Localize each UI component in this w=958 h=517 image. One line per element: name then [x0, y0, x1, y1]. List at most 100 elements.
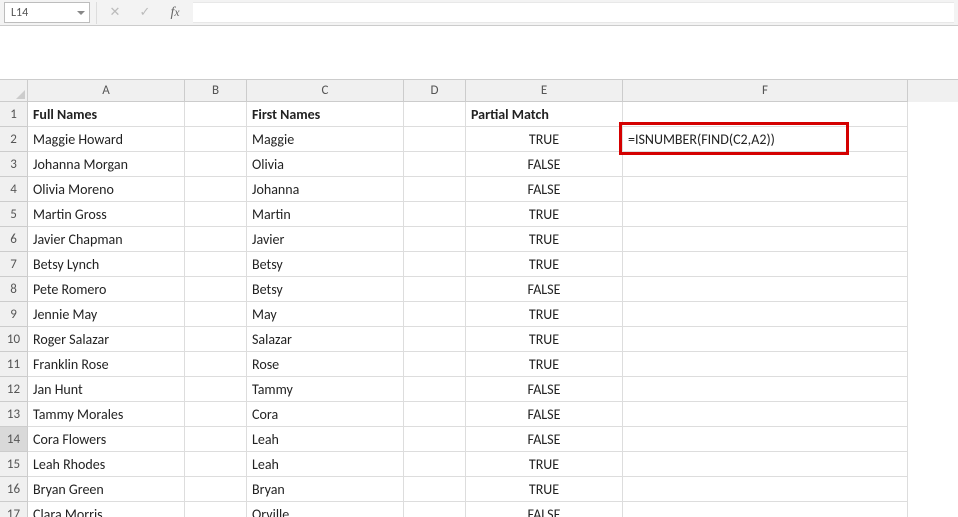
cell-C3[interactable]: Olivia [247, 152, 404, 177]
cell-C6[interactable]: Javier [247, 227, 404, 252]
cell-B9[interactable] [185, 302, 247, 327]
cell-F11[interactable] [623, 352, 908, 377]
cell-D7[interactable] [404, 252, 466, 277]
cell-A11[interactable]: Franklin Rose [28, 352, 185, 377]
row-number[interactable]: 2 [0, 127, 28, 152]
cell-A13[interactable]: Tammy Morales [28, 402, 185, 427]
cell-E7[interactable]: TRUE [466, 252, 623, 277]
row-number[interactable]: 8 [0, 277, 28, 302]
cell-F16[interactable] [623, 477, 908, 502]
cell-C13[interactable]: Cora [247, 402, 404, 427]
cell-F17[interactable] [623, 502, 908, 517]
cell-E4[interactable]: FALSE [466, 177, 623, 202]
col-header-A[interactable]: A [28, 80, 185, 102]
cell-E11[interactable]: TRUE [466, 352, 623, 377]
cell-E14[interactable]: FALSE [466, 427, 623, 452]
row-number[interactable]: 14 [0, 427, 28, 452]
cell-B16[interactable] [185, 477, 247, 502]
row-number[interactable]: 4 [0, 177, 28, 202]
chevron-down-icon[interactable] [77, 11, 85, 15]
col-header-E[interactable]: E [466, 80, 623, 102]
col-header-B[interactable]: B [185, 80, 247, 102]
row-number[interactable]: 5 [0, 202, 28, 227]
row-number[interactable]: 13 [0, 402, 28, 427]
cell-D9[interactable] [404, 302, 466, 327]
cell-D1[interactable] [404, 102, 466, 127]
cell-D12[interactable] [404, 377, 466, 402]
cell-F2[interactable]: =ISNUMBER(FIND(C2,A2)) [623, 127, 908, 152]
cell-F1[interactable] [623, 102, 908, 127]
cell-F10[interactable] [623, 327, 908, 352]
row-number[interactable]: 1 [0, 102, 28, 127]
cell-C15[interactable]: Leah [247, 452, 404, 477]
cell-C10[interactable]: Salazar [247, 327, 404, 352]
cell-A10[interactable]: Roger Salazar [28, 327, 185, 352]
row-number[interactable]: 10 [0, 327, 28, 352]
cell-E6[interactable]: TRUE [466, 227, 623, 252]
cell-D2[interactable] [404, 127, 466, 152]
cell-C4[interactable]: Johanna [247, 177, 404, 202]
cell-E1[interactable]: Partial Match [466, 102, 623, 127]
cell-B5[interactable] [185, 202, 247, 227]
cell-B4[interactable] [185, 177, 247, 202]
cell-A17[interactable]: Clara Morris [28, 502, 185, 517]
cell-D3[interactable] [404, 152, 466, 177]
cell-D10[interactable] [404, 327, 466, 352]
cell-C14[interactable]: Leah [247, 427, 404, 452]
cell-D5[interactable] [404, 202, 466, 227]
cell-F5[interactable] [623, 202, 908, 227]
cell-D15[interactable] [404, 452, 466, 477]
cell-B6[interactable] [185, 227, 247, 252]
cell-D16[interactable] [404, 477, 466, 502]
cell-E2[interactable]: TRUE [466, 127, 623, 152]
cell-B11[interactable] [185, 352, 247, 377]
cell-A5[interactable]: Martin Gross [28, 202, 185, 227]
cell-D11[interactable] [404, 352, 466, 377]
cell-A4[interactable]: Olivia Moreno [28, 177, 185, 202]
col-header-C[interactable]: C [247, 80, 404, 102]
cell-E16[interactable]: TRUE [466, 477, 623, 502]
cell-C16[interactable]: Bryan [247, 477, 404, 502]
cell-D14[interactable] [404, 427, 466, 452]
cell-F13[interactable] [623, 402, 908, 427]
formula-input[interactable] [193, 2, 954, 23]
cell-F3[interactable] [623, 152, 908, 177]
cell-A16[interactable]: Bryan Green [28, 477, 185, 502]
cell-F4[interactable] [623, 177, 908, 202]
cell-F6[interactable] [623, 227, 908, 252]
cell-D6[interactable] [404, 227, 466, 252]
cell-C17[interactable]: Orville [247, 502, 404, 517]
cell-A15[interactable]: Leah Rhodes [28, 452, 185, 477]
cell-F8[interactable] [623, 277, 908, 302]
cell-D13[interactable] [404, 402, 466, 427]
cell-C7[interactable]: Betsy [247, 252, 404, 277]
row-number[interactable]: 7 [0, 252, 28, 277]
cell-B10[interactable] [185, 327, 247, 352]
row-number[interactable]: 15 [0, 452, 28, 477]
row-number[interactable]: 3 [0, 152, 28, 177]
cell-C5[interactable]: Martin [247, 202, 404, 227]
cell-F15[interactable] [623, 452, 908, 477]
cell-C2[interactable]: Maggie [247, 127, 404, 152]
cell-D8[interactable] [404, 277, 466, 302]
cell-C11[interactable]: Rose [247, 352, 404, 377]
col-header-F[interactable]: F [623, 80, 908, 102]
cell-B17[interactable] [185, 502, 247, 517]
row-number[interactable]: 17 [0, 502, 28, 517]
cell-B3[interactable] [185, 152, 247, 177]
row-number[interactable]: 6 [0, 227, 28, 252]
cell-A1[interactable]: Full Names [28, 102, 185, 127]
cell-A9[interactable]: Jennie May [28, 302, 185, 327]
cell-E13[interactable]: FALSE [466, 402, 623, 427]
fx-icon[interactable]: fx [163, 2, 187, 24]
cell-F14[interactable] [623, 427, 908, 452]
cell-E5[interactable]: TRUE [466, 202, 623, 227]
cell-C12[interactable]: Tammy [247, 377, 404, 402]
cell-B1[interactable] [185, 102, 247, 127]
cell-A8[interactable]: Pete Romero [28, 277, 185, 302]
cell-F9[interactable] [623, 302, 908, 327]
cell-C1[interactable]: First Names [247, 102, 404, 127]
cell-F12[interactable] [623, 377, 908, 402]
cell-D4[interactable] [404, 177, 466, 202]
cell-E10[interactable]: TRUE [466, 327, 623, 352]
